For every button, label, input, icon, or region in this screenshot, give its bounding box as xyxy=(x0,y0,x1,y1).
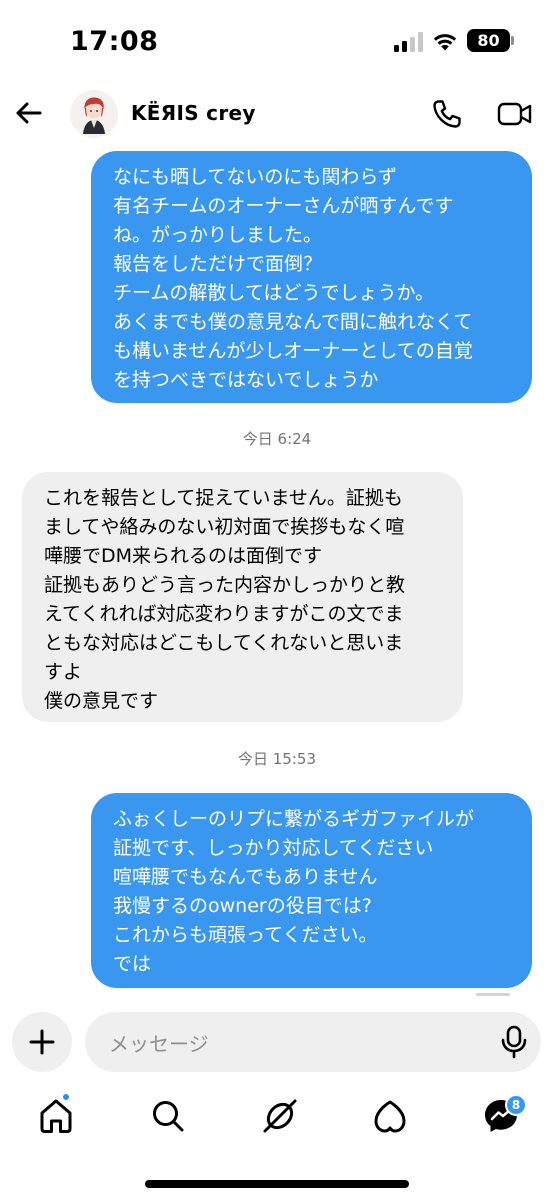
search-icon[interactable] xyxy=(148,1096,188,1136)
message-line: 有名チームのオーナーさんが晒すんです xyxy=(113,195,454,217)
message-line: ね。がっかりしました。 xyxy=(113,224,323,246)
message-line: えてくれれば対応変わりますがこの文でま xyxy=(44,603,404,625)
message-line: 証拠もありどう言った内容かしっかりと教 xyxy=(44,574,406,596)
message-input[interactable]: メッセージ xyxy=(85,1012,541,1072)
avatar[interactable] xyxy=(70,90,118,138)
bottom-navigation xyxy=(0,1090,554,1150)
message-line: を持つべきではないでしょうか xyxy=(113,369,379,391)
message-line: 報告をしただけで面倒？ xyxy=(113,253,323,275)
message-bubble-sent[interactable]: ふぉくしーのリプに繋がるギガファイルが 証拠です、しっかり対応してください 喧嘩… xyxy=(91,793,532,988)
home-icon[interactable] xyxy=(36,1096,76,1136)
message-bubble-received[interactable]: これを報告として捉えていません。証拠も ましてや絡みのない初対面で挨拶もなく喧 … xyxy=(22,472,463,722)
message-line: ましてや絡みのない初対面で挨拶もなく喧 xyxy=(44,516,405,538)
battery-indicator: 80 xyxy=(467,29,510,52)
message-line: なにも晒してないのにも関わらず xyxy=(113,166,398,188)
chat-header: KËЯIS crey xyxy=(0,80,554,148)
status-bar: 17:08 80 xyxy=(0,0,554,80)
video-camera-icon[interactable] xyxy=(496,98,534,130)
microphone-icon[interactable] xyxy=(499,1025,529,1059)
message-line: 僕の意見です xyxy=(44,690,159,712)
message-line: これからも頑張ってください。 xyxy=(113,924,378,946)
message-line: あくまでも僕の意見なんで間に触れなくて xyxy=(113,311,473,333)
message-line: すよ xyxy=(44,661,83,683)
back-arrow-icon[interactable] xyxy=(12,96,46,130)
contact-name[interactable]: KËЯIS crey xyxy=(131,101,256,125)
messages-badge: 8 xyxy=(505,1094,527,1116)
home-indicator xyxy=(145,1180,409,1188)
heart-icon[interactable] xyxy=(370,1096,410,1136)
phone-icon[interactable] xyxy=(430,97,464,131)
message-bubble-sent[interactable]: なにも晒してないのにも関わらず 有名チームのオーナーさんが晒すんです ね。がっか… xyxy=(91,151,532,403)
message-line: では xyxy=(113,953,152,975)
message-line: も構いませんが少しオーナーとしての自覚 xyxy=(113,340,473,362)
cellular-signal-icon xyxy=(394,32,424,52)
avatar-illustration xyxy=(70,90,118,138)
message-line: ともな対応はどこもしてくれないと思いま xyxy=(44,632,404,654)
add-attachment-button[interactable] xyxy=(12,1012,72,1072)
message-line: チームの解散してはどうでしょうか。 xyxy=(113,282,435,304)
message-line: 我慢するのownerの役目では? xyxy=(113,895,372,917)
message-line: 嘩腰でDM来られるのは面倒です xyxy=(44,545,323,567)
seen-indicator xyxy=(476,993,510,996)
battery-nub xyxy=(511,36,514,45)
plus-icon xyxy=(29,1029,55,1055)
message-line: これを報告として捉えていません。証拠も xyxy=(44,487,403,509)
message-line: 証拠です、しっかり対応してください xyxy=(113,837,434,859)
message-input-placeholder: メッセージ xyxy=(109,1032,209,1056)
message-text: ふぉくしーのリプに繋がるギガファイルが 証拠です、しっかり対応してください 喧嘩… xyxy=(113,805,474,979)
message-timestamp: 今日 15:53 xyxy=(238,750,316,768)
home-notification-dot xyxy=(61,1092,71,1102)
wifi-icon xyxy=(433,34,457,51)
message-timestamp: 今日 6:24 xyxy=(242,430,312,448)
message-line: ふぉくしーのリプに繋がるギガファイルが xyxy=(113,808,475,830)
explore-icon[interactable] xyxy=(260,1096,300,1136)
message-text: これを報告として捉えていません。証拠も ましてや絡みのない初対面で挨拶もなく喧 … xyxy=(44,484,405,716)
message-text: なにも晒してないのにも関わらず 有名チームのオーナーさんが晒すんです ね。がっか… xyxy=(113,163,473,395)
status-time: 17:08 xyxy=(70,26,159,57)
message-line: 喧嘩腰でもなんでもありません xyxy=(113,866,378,888)
